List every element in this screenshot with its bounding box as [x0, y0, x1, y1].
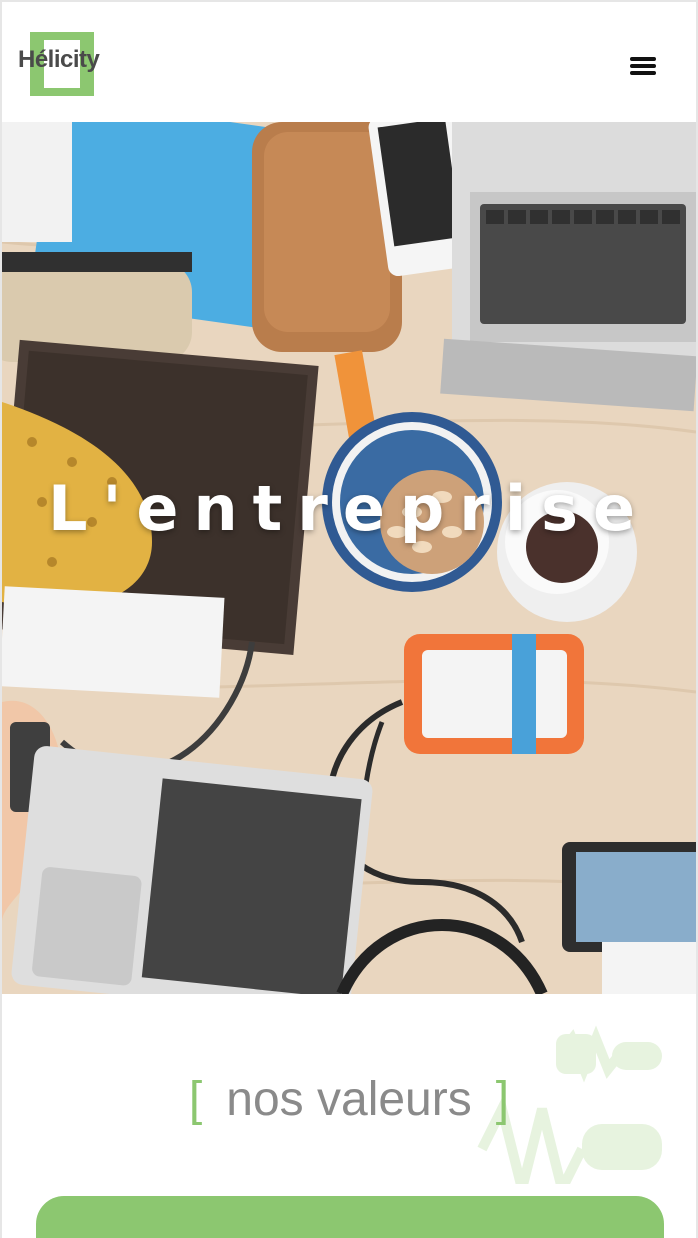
values-heading: [ nos valeurs] [2, 1072, 696, 1127]
values-card [36, 1196, 664, 1238]
hero-title: L'entreprise [47, 472, 651, 545]
hero-image [2, 122, 696, 994]
logo-text: Hélicity [18, 46, 100, 73]
values-section: [ nos valeurs] [2, 994, 696, 1238]
page: Hélicity L'entreprise [nos valeurs] [0, 0, 698, 1238]
site-header: Hélicity [2, 2, 696, 122]
site-logo[interactable]: Hélicity [18, 30, 110, 98]
hero-banner: L'entreprise [2, 122, 696, 994]
bracket-close: ] [495, 1073, 510, 1126]
bracket-open: [ [188, 1073, 203, 1126]
hamburger-icon[interactable] [630, 54, 662, 82]
values-title: nos valeurs [226, 1073, 472, 1126]
